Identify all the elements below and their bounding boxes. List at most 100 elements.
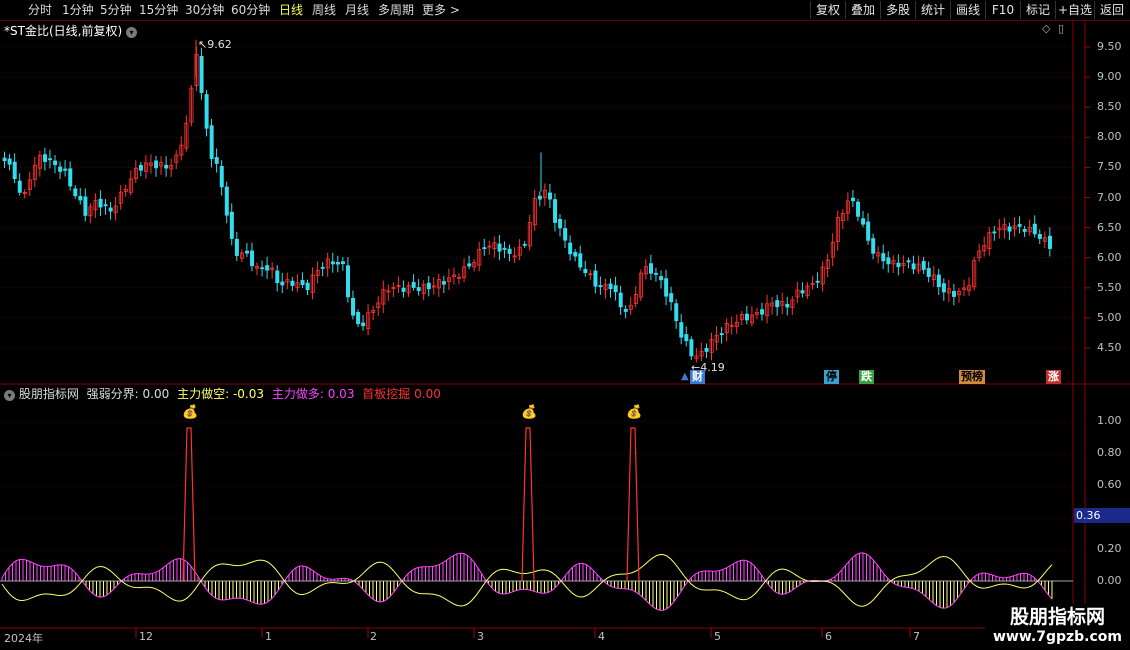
- price-tick-label: 6.50: [1097, 220, 1122, 234]
- finance-badge[interactable]: 财: [690, 370, 705, 384]
- indicator-series: [0, 427, 1073, 611]
- candle-body: [871, 238, 876, 254]
- price-tick-label: 9.00: [1097, 70, 1122, 84]
- candle-body: [467, 263, 472, 267]
- candle-body: [548, 192, 553, 200]
- candle-body: [785, 303, 790, 308]
- candle-body: [164, 164, 169, 169]
- date-label: 7: [913, 630, 920, 643]
- candle-body: [416, 287, 421, 292]
- candle-body: [861, 218, 866, 225]
- candle-body: [654, 272, 659, 275]
- candle-body: [265, 265, 270, 271]
- candle-body: [1037, 234, 1042, 239]
- candle-body: [63, 168, 68, 171]
- candle-body: [73, 188, 78, 197]
- indicator-tick: 0.80: [1097, 446, 1122, 459]
- candle-body: [775, 300, 780, 308]
- candle-body: [275, 270, 280, 284]
- candle-body: [138, 164, 143, 171]
- candle-body: [649, 263, 654, 274]
- candle-body: [522, 243, 527, 246]
- candle-body: [290, 280, 295, 286]
- price-tick-label: 8.00: [1097, 130, 1122, 144]
- candle-body: [340, 261, 345, 264]
- first-board-value: 0.00: [414, 387, 441, 401]
- candle-body: [679, 322, 684, 338]
- candle-body: [578, 253, 583, 268]
- candle-body: [568, 242, 573, 255]
- high-price-marker: ↖9.62: [198, 38, 232, 51]
- candle-body: [1007, 226, 1012, 232]
- candle-body: [426, 282, 431, 290]
- candle-body: [598, 285, 603, 288]
- candle-body: [623, 308, 628, 312]
- candle-body: [593, 270, 598, 287]
- candle-body: [856, 201, 861, 217]
- panel-toggle-icon[interactable]: ▯: [1058, 22, 1064, 35]
- candle-body: [502, 247, 507, 250]
- candle-body: [1022, 228, 1027, 232]
- chevron-down-icon[interactable]: ▾: [125, 27, 137, 38]
- candle-body: [17, 180, 22, 193]
- main-long-value: 0.03: [327, 387, 355, 401]
- suspend-badge[interactable]: 停: [824, 370, 839, 384]
- fall-badge[interactable]: 跌: [859, 370, 874, 384]
- candle-body: [224, 186, 229, 216]
- candle-body: [911, 263, 916, 270]
- candle-body: [219, 165, 224, 188]
- candle-body: [103, 204, 108, 207]
- candle-body: [558, 219, 563, 229]
- candle-body: [583, 268, 588, 274]
- money-bag-icon: 💰: [626, 405, 643, 420]
- candle-body: [356, 311, 361, 325]
- candle-body: [866, 221, 871, 241]
- date-label: 3: [477, 630, 484, 643]
- date-label: 4: [598, 630, 605, 643]
- main-short-label: 主力做空:: [177, 387, 230, 401]
- price-tick-label: 7.50: [1097, 160, 1122, 174]
- candle-body: [345, 265, 350, 298]
- preview-list-badge[interactable]: 预榜: [959, 370, 985, 384]
- candle-body: [300, 280, 305, 285]
- money-bag-icon: 💰: [521, 405, 538, 420]
- watermark-logo: 股朋指标网 www.7gpzb.com: [985, 604, 1130, 650]
- stock-title: *ST金比(日线,前复权): [4, 24, 123, 38]
- candle-body: [83, 196, 88, 216]
- candle-body: [43, 154, 48, 162]
- candle-body: [204, 94, 209, 129]
- candle-body: [250, 250, 255, 267]
- candle-body: [684, 334, 689, 342]
- candle-body: [2, 157, 7, 162]
- current-value-box: 0.36: [1074, 508, 1130, 523]
- chart-canvas[interactable]: [0, 0, 1130, 650]
- diamond-icon[interactable]: ◇: [1042, 22, 1050, 35]
- candle-body: [815, 280, 820, 283]
- candle-body: [229, 211, 234, 239]
- price-tick-label: 9.50: [1097, 40, 1122, 53]
- money-bag-icon: 💰: [182, 405, 199, 420]
- candle-body: [335, 262, 340, 265]
- chevron-down-icon[interactable]: ▾: [4, 390, 15, 401]
- candle-body: [886, 257, 891, 265]
- limit-up-badge[interactable]: 涨: [1046, 370, 1061, 384]
- candle-body: [936, 274, 941, 288]
- candle-body: [58, 166, 63, 172]
- chart-grid: [0, 20, 1130, 650]
- candle-body: [209, 125, 214, 160]
- candle-body: [553, 199, 558, 223]
- price-tick-label: 5.00: [1097, 310, 1122, 324]
- candle-body: [674, 303, 679, 322]
- candle-body: [941, 283, 946, 293]
- price-tick-label: 8.50: [1097, 100, 1122, 114]
- candle-body: [154, 160, 159, 169]
- candle-body: [68, 168, 73, 187]
- candle-body: [992, 231, 997, 234]
- date-label: 6: [825, 630, 832, 643]
- main-long-label: 主力做多:: [271, 387, 324, 401]
- main-short-value: -0.03: [232, 387, 265, 401]
- first-board-label: 首板挖掘: [362, 387, 411, 401]
- indicator-tick: 1.00: [1097, 414, 1122, 427]
- date-label: 12: [139, 630, 153, 643]
- candle-body: [330, 261, 335, 265]
